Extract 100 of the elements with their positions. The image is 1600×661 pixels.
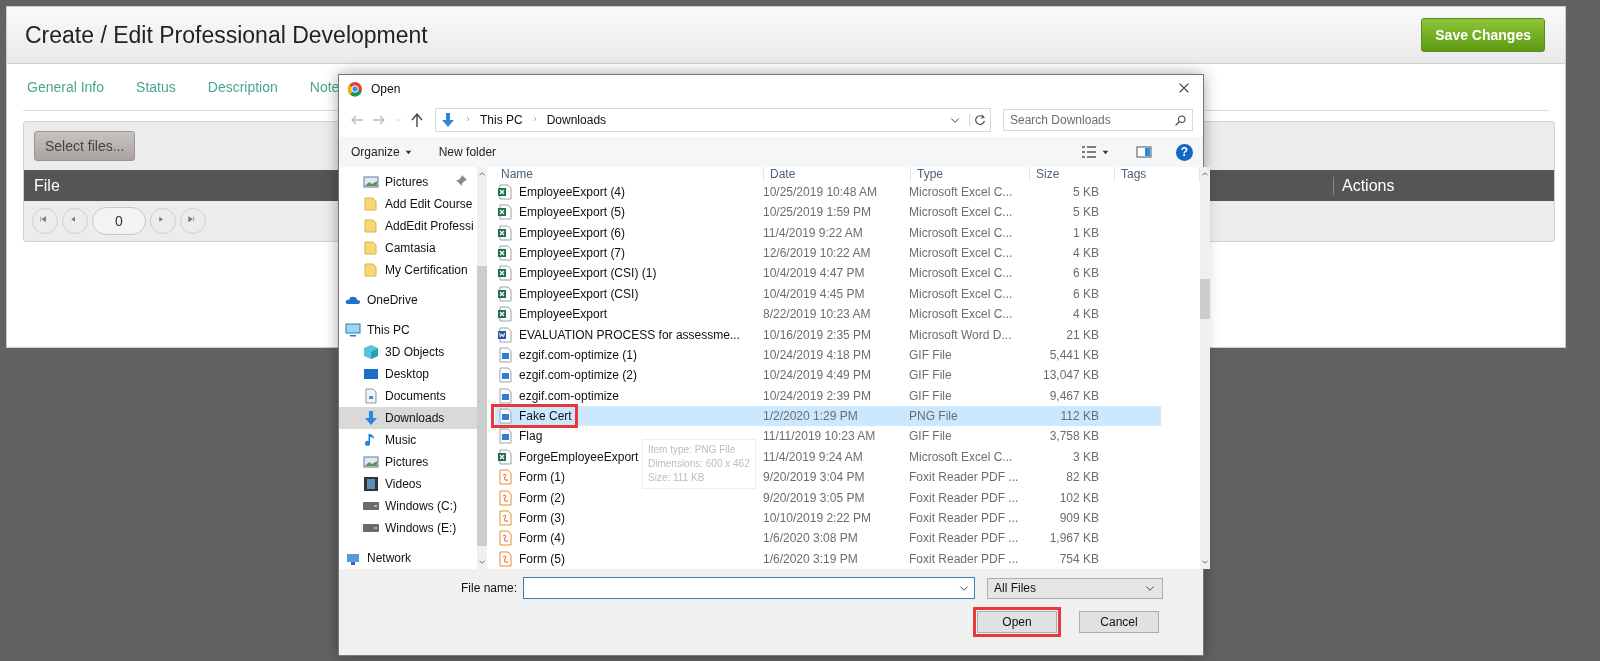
file-date: 11/4/2019 9:22 AM <box>762 225 864 240</box>
file-name: Form (1) <box>519 470 565 485</box>
file-row[interactable]: EmployeeExport (CSI) 10/4/2019 4:45 PM Microsoft Excel C... 6 KB <box>495 283 1161 304</box>
file-row[interactable]: Form (5) 1/6/2020 3:19 PM Foxit Reader PDF ... 754 KB <box>495 548 1161 569</box>
column-header[interactable]: Name <box>495 167 764 182</box>
file-size: 112 KB <box>1059 409 1100 424</box>
search-field[interactable]: Search Downloads <box>1003 109 1193 131</box>
image-file-icon <box>497 387 513 404</box>
file-type: GIF File <box>908 347 953 362</box>
file-type: Foxit Reader PDF ... <box>908 470 1020 485</box>
previous-page-button[interactable] <box>62 208 88 234</box>
nav-item[interactable]: Videos <box>339 473 477 495</box>
tooltip: Item type: PNG File Dimensions: 600 x 462 Size: 111 KB <box>642 439 756 489</box>
file-row[interactable]: ezgif.com-optimize 10/24/2019 2:39 PM GIF File 9,467 KB <box>495 385 1161 406</box>
first-page-button[interactable] <box>32 208 58 234</box>
select-files-button[interactable]: Select files... <box>34 131 136 161</box>
column-header[interactable]: Type <box>911 167 1030 182</box>
pictures-icon <box>363 454 379 470</box>
scrollbar[interactable] <box>1200 167 1210 569</box>
file-type: Microsoft Excel C... <box>908 184 1014 199</box>
spreadsheet-icon <box>497 224 513 241</box>
file-row[interactable]: Form (3) 10/10/2019 2:22 PM Foxit Reader PDF ... 909 KB <box>495 507 1161 529</box>
nav-item[interactable]: Pictures <box>339 171 477 193</box>
file-row[interactable]: EmployeeExport (5) 10/25/2019 1:59 PM Microsoft Excel C... 5 KB <box>495 201 1161 223</box>
file-size: 13,047 KB <box>1041 368 1100 383</box>
file-row[interactable]: ezgif.com-optimize (1) 10/24/2019 4:18 PM GIF File 5,441 KB <box>495 344 1161 366</box>
refresh-icon <box>973 113 987 127</box>
nav-item[interactable]: Camtasia <box>339 237 477 259</box>
file-row[interactable]: Form (2) 9/20/2019 3:05 PM Foxit Reader PDF ... 102 KB <box>495 487 1161 508</box>
file-type: GIF File <box>908 429 953 444</box>
file-name: ForgeEmployeeExport <box>519 449 639 464</box>
nav-item[interactable]: Windows (C:) <box>339 495 477 517</box>
page-number-field[interactable]: 0 <box>92 207 146 235</box>
scrollbar-thumb[interactable] <box>1200 279 1210 319</box>
nav-item[interactable]: 3D Objects <box>339 341 477 363</box>
organize-button[interactable]: Organize <box>349 143 415 161</box>
last-page-button[interactable] <box>180 208 206 234</box>
search-icon <box>1174 114 1187 127</box>
file-date: 1/2/2020 1:29 PM <box>762 409 859 424</box>
file-type: Microsoft Excel C... <box>908 449 1014 464</box>
open-button[interactable]: Open <box>977 611 1057 633</box>
column-header[interactable]: Date <box>764 167 911 182</box>
scrollbar[interactable] <box>477 167 487 569</box>
breadcrumb[interactable]: This PC <box>480 113 523 127</box>
file-row[interactable]: EmployeeExport (6) 11/4/2019 9:22 AM Microsoft Excel C... 1 KB <box>495 222 1161 243</box>
nav-item[interactable]: Documents <box>339 385 477 407</box>
file-row[interactable]: EmployeeExport (7) 12/6/2019 10:22 AM Microsoft Excel C... 4 KB <box>495 242 1161 264</box>
column-header: File <box>34 176 60 195</box>
file-date: 10/24/2019 4:49 PM <box>762 368 873 383</box>
monitor-icon <box>345 322 361 338</box>
file-size: 21 KB <box>1065 327 1100 342</box>
address-bar[interactable]: This PC Downloads <box>435 108 991 132</box>
nav-item[interactable]: AddEdit Professi <box>339 215 477 237</box>
nav-item[interactable]: Downloads <box>339 407 477 429</box>
nav-item[interactable]: Add Edit Course <box>339 193 477 215</box>
file-row[interactable]: EVALUATION PROCESS for assessme... 10/16/2019 2:35 PM Microsoft Word D... 21 KB <box>495 324 1161 345</box>
file-name-field[interactable] <box>523 577 975 599</box>
cancel-button[interactable]: Cancel <box>1079 611 1159 633</box>
file-size: 6 KB <box>1072 286 1100 301</box>
column-header: Actions <box>1333 176 1554 195</box>
file-row[interactable]: ezgif.com-optimize (2) 10/24/2019 4:49 PM GIF File 13,047 KB <box>495 365 1161 386</box>
file-type: Microsoft Excel C... <box>908 307 1014 322</box>
file-date: 10/10/2019 2:22 PM <box>762 511 873 525</box>
nav-item[interactable]: Desktop <box>339 363 477 385</box>
file-row[interactable]: EmployeeExport (CSI) (1) 10/4/2019 4:47 PM Microsoft Excel C... 6 KB <box>495 263 1161 284</box>
file-row[interactable]: EmployeeExport 8/22/2019 10:23 AM Microsoft Excel C... 4 KB <box>495 303 1161 325</box>
nav-item[interactable]: This PC <box>339 319 477 341</box>
column-header[interactable]: Size <box>1030 167 1115 182</box>
file-type-dropdown[interactable]: All Files <box>987 577 1163 599</box>
nav-item[interactable]: Windows (E:) <box>339 517 477 539</box>
new-folder-button[interactable]: New folder <box>436 143 499 161</box>
nav-item[interactable]: My Certification <box>339 259 477 281</box>
down-arrow-icon <box>440 112 456 128</box>
file-name: ezgif.com-optimize (1) <box>519 347 638 362</box>
spreadsheet-icon <box>497 183 513 200</box>
pdf-file-icon <box>497 550 513 567</box>
dialog-title: Open <box>371 82 402 96</box>
down-arrow-icon <box>363 410 379 426</box>
file-size: 3 KB <box>1072 449 1100 464</box>
details-view-icon <box>1081 144 1097 160</box>
file-type: PNG File <box>908 409 959 424</box>
spreadsheet-icon <box>497 306 513 323</box>
up-button[interactable] <box>409 112 425 128</box>
nav-item[interactable]: Pictures <box>339 451 477 473</box>
file-name: Form (3) <box>519 511 565 526</box>
nav-item[interactable]: Network <box>339 547 477 569</box>
breadcrumb[interactable]: Downloads <box>546 113 607 127</box>
spreadsheet-icon <box>497 285 513 302</box>
file-row[interactable]: EmployeeExport (4) 10/25/2019 10:48 AM Microsoft Excel C... 5 KB <box>495 181 1161 202</box>
spreadsheet-icon <box>497 204 513 221</box>
nav-item[interactable]: Music <box>339 429 477 451</box>
file-size: 4 KB <box>1072 307 1100 322</box>
file-type: Microsoft Excel C... <box>908 225 1014 240</box>
next-page-button[interactable] <box>150 208 176 234</box>
pictures-icon <box>363 174 379 190</box>
nav-item[interactable]: OneDrive <box>339 289 477 311</box>
file-row[interactable]: Form (4) 1/6/2020 3:08 PM Foxit Reader PDF ... 1,967 KB <box>495 528 1161 549</box>
file-date: 10/25/2019 10:48 AM <box>762 184 879 199</box>
help-button[interactable]: ? <box>1176 143 1193 161</box>
scrollbar-thumb[interactable] <box>477 266 487 546</box>
